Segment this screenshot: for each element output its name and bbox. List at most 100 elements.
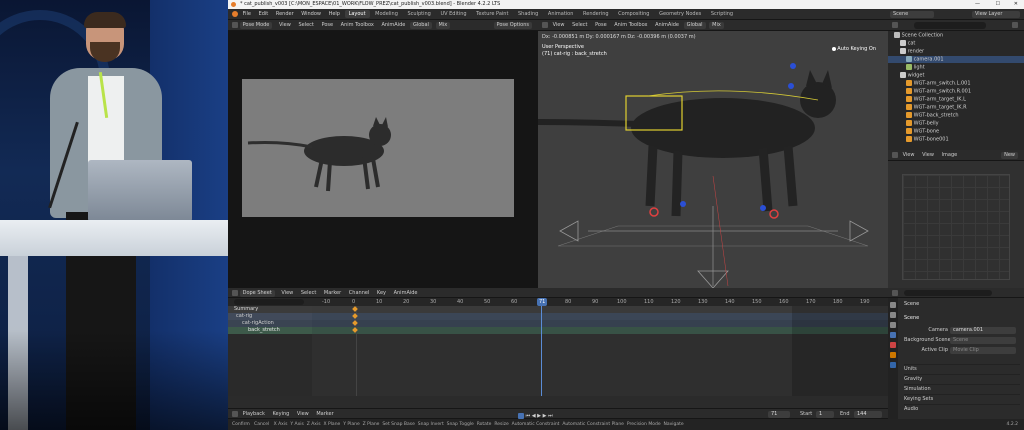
menu-edit[interactable]: Edit [256, 10, 272, 18]
end-frame-field[interactable]: 144 [854, 411, 882, 418]
outliner-row[interactable]: light [888, 64, 1024, 71]
orientation-select[interactable]: Global [409, 22, 432, 29]
tab-sculpting[interactable]: Sculpting [404, 10, 435, 18]
outliner-row[interactable]: WGT-bone001 [888, 136, 1024, 143]
pivot-mix-select[interactable]: Mix [435, 22, 451, 29]
blender-menu-icon[interactable] [232, 10, 238, 17]
ds-menu-marker[interactable]: Marker [321, 289, 344, 297]
image-menu-image[interactable]: Image [939, 151, 961, 159]
tab-scripting[interactable]: Scripting [707, 10, 737, 18]
object-tab-icon[interactable] [890, 352, 896, 358]
viewport-menu-animaide[interactable]: AnimAide [652, 21, 682, 29]
output-tab-icon[interactable] [890, 322, 896, 328]
simulation-panel[interactable]: Simulation [904, 384, 1020, 392]
editor-type-icon[interactable] [892, 22, 898, 28]
tab-shading[interactable]: Shading [514, 10, 542, 18]
mode-select[interactable]: Pose Mode [239, 22, 273, 29]
timeline-view-menu[interactable]: View [294, 410, 312, 418]
outliner-row[interactable]: camera.001 [888, 56, 1024, 63]
background-scene-field[interactable]: Scene [950, 337, 1016, 344]
properties-search-input[interactable] [904, 290, 992, 296]
audio-panel[interactable]: Audio [904, 404, 1020, 412]
view-layer-selector[interactable]: View Layer [972, 11, 1020, 18]
outliner-row[interactable]: WGT-back_stretch [888, 112, 1024, 119]
menu-anim-toolbox[interactable]: Anim Toolbox [338, 21, 377, 29]
tab-rendering[interactable]: Rendering [579, 10, 613, 18]
tab-layout[interactable]: Layout [344, 10, 370, 18]
units-panel[interactable]: Units [904, 364, 1020, 372]
record-icon[interactable] [518, 412, 524, 419]
editor-type-icon[interactable] [232, 21, 238, 28]
current-frame-field[interactable]: 71 [768, 411, 790, 418]
outliner-row[interactable]: WGT-bone [888, 128, 1024, 135]
scene-collection-row[interactable]: Scene Collection [888, 32, 1024, 39]
3d-viewport[interactable]: View Select Pose Anim Toolbox AnimAide G… [538, 20, 888, 288]
image-grid[interactable] [902, 174, 1010, 280]
new-image-button[interactable]: New [1001, 152, 1018, 159]
outliner-search-input[interactable] [914, 22, 986, 29]
current-frame-indicator[interactable]: 71 [537, 298, 548, 306]
outliner-row[interactable]: render [888, 48, 1024, 55]
editor-type-icon[interactable] [542, 21, 548, 28]
editor-type-icon[interactable] [892, 151, 898, 158]
menu-help[interactable]: Help [326, 10, 343, 18]
maximize-button[interactable]: ☐ [996, 0, 1000, 9]
outliner-row[interactable]: WGT-belly [888, 120, 1024, 127]
tool-tab-icon[interactable] [890, 302, 896, 308]
close-button[interactable]: ✕ [1014, 0, 1018, 9]
tab-compositing[interactable]: Compositing [614, 10, 653, 18]
timeline-playback-menu[interactable]: Playback [240, 410, 268, 418]
ds-menu-select[interactable]: Select [298, 289, 319, 297]
render-tab-icon[interactable] [890, 312, 896, 318]
scene-panel-header[interactable]: Scene [904, 314, 1020, 322]
start-frame-field[interactable]: 1 [816, 411, 834, 418]
channel-action[interactable]: cat-rigAction [228, 320, 312, 327]
frame-ruler[interactable]: -10 0 10 20 30 40 50 60 71 80 90 100 110… [312, 298, 888, 306]
tab-uv-editing[interactable]: UV Editing [436, 10, 470, 18]
viewport-menu-select[interactable]: Select [569, 21, 590, 29]
filter-icon[interactable] [1012, 22, 1018, 28]
pose-options-button[interactable]: Pose Options [493, 22, 532, 29]
editor-type-icon[interactable] [892, 290, 898, 296]
channel-bone-group[interactable]: back_stretch [228, 327, 312, 334]
menu-file[interactable]: File [240, 10, 254, 18]
keying-sets-panel[interactable]: Keying Sets [904, 394, 1020, 402]
camera-field[interactable]: camera.001 [950, 327, 1016, 334]
scene-tab-icon[interactable] [890, 332, 896, 338]
outliner-row[interactable]: WGT-arm_switch.L.001 [888, 80, 1024, 87]
viewport-pivot[interactable]: Mix [709, 22, 724, 29]
viewport-menu-pose[interactable]: Pose [592, 21, 610, 29]
scene-selector[interactable]: Scene [890, 11, 934, 18]
editor-type-icon[interactable] [232, 289, 238, 296]
timeline-marker-menu[interactable]: Marker [313, 410, 336, 418]
channel-summary[interactable]: Summary [228, 306, 312, 313]
ds-menu-animaide[interactable]: AnimAide [391, 289, 421, 297]
channel-object[interactable]: cat-rig [228, 313, 312, 320]
image-menu-view[interactable]: View [900, 151, 918, 159]
minimize-button[interactable]: — [975, 0, 980, 9]
tab-geometry-nodes[interactable]: Geometry Nodes [655, 10, 705, 18]
menu-select[interactable]: Select [295, 21, 316, 29]
outliner-row[interactable]: WGT-arm_target_IK.R [888, 104, 1024, 111]
keyframe-area[interactable] [312, 306, 888, 396]
tab-animation[interactable]: Animation [544, 10, 578, 18]
outliner-row[interactable]: cat [888, 40, 1024, 47]
timeline-keying-menu[interactable]: Keying [270, 410, 293, 418]
menu-pose[interactable]: Pose [318, 21, 336, 29]
tab-texture-paint[interactable]: Texture Paint [472, 10, 512, 18]
active-clip-field[interactable]: Movie Clip [950, 347, 1016, 354]
menu-view[interactable]: View [276, 21, 294, 29]
image-menu-view-2[interactable]: View [919, 151, 937, 159]
outliner-row[interactable]: WGT-arm_target_IK.L [888, 96, 1024, 103]
ds-menu-key[interactable]: Key [374, 289, 389, 297]
outliner-row[interactable]: WGT-arm_switch.R.001 [888, 88, 1024, 95]
viewport-orientation[interactable]: Global [683, 22, 706, 29]
modifier-tab-icon[interactable] [890, 362, 896, 368]
dope-sheet-mode-select[interactable]: Dope Sheet [239, 290, 275, 297]
outliner-row[interactable]: widget [888, 72, 1024, 79]
menu-window[interactable]: Window [298, 10, 324, 18]
channel-search-input[interactable] [234, 299, 304, 305]
world-tab-icon[interactable] [890, 342, 896, 348]
tab-modeling[interactable]: Modeling [371, 10, 402, 18]
ds-menu-channel[interactable]: Channel [346, 289, 373, 297]
